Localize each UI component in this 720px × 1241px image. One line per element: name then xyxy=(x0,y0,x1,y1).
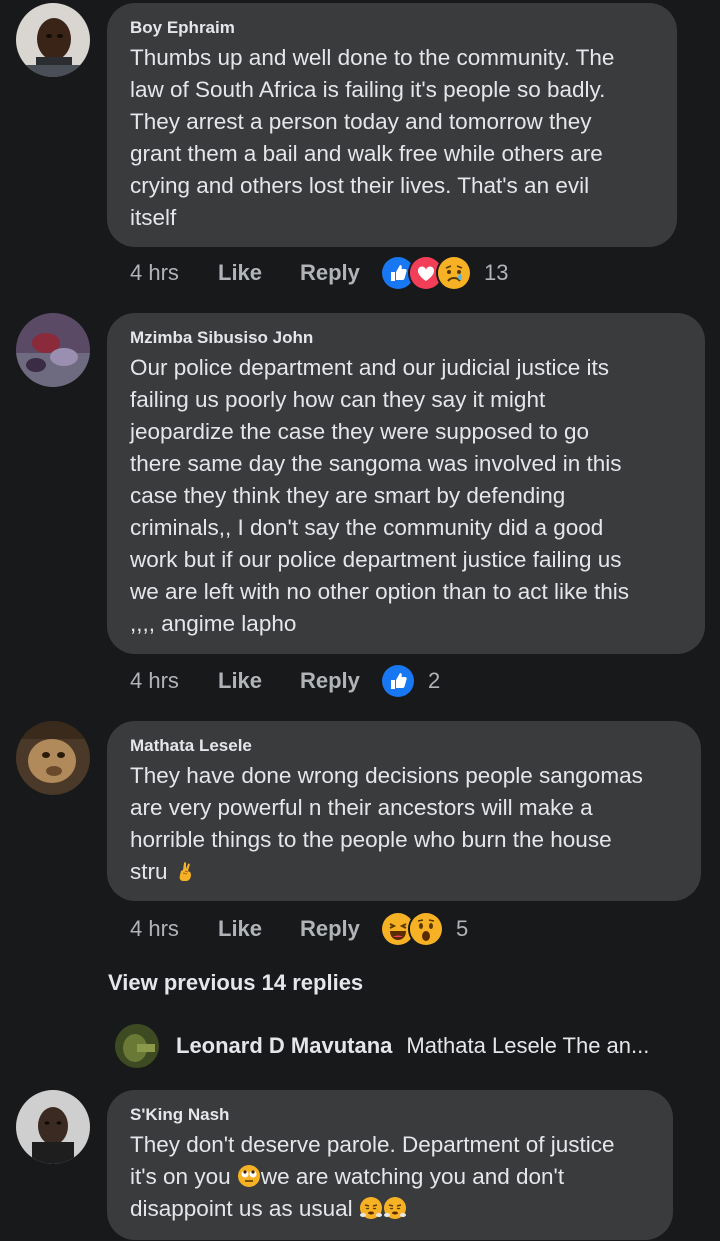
comment-time[interactable]: 4 hrs xyxy=(130,260,218,286)
comment-bubble: Boy Ephraim Thumbs up and well done to t… xyxy=(107,3,677,247)
comment-bubble: Mathata Lesele They have done wrong deci… xyxy=(107,721,701,901)
reaction-count: 5 xyxy=(456,916,469,941)
comments-thread: Boy Ephraim Thumbs up and well done to t… xyxy=(0,0,720,1241)
comment-text: They don't deserve parole. Department of… xyxy=(130,1132,615,1221)
comment-author[interactable]: S'King Nash xyxy=(130,1104,649,1126)
wow-reaction-icon xyxy=(408,911,444,947)
comment-time[interactable]: 4 hrs xyxy=(130,668,218,694)
reaction-count: 2 xyxy=(428,668,441,693)
like-reaction-icon xyxy=(380,663,416,699)
reactions-summary[interactable]: 2 xyxy=(380,663,440,699)
comment-author[interactable]: Mathata Lesele xyxy=(130,735,677,757)
avatar-mathata-lesele[interactable] xyxy=(16,721,90,795)
reply-button[interactable]: Reply xyxy=(300,668,380,694)
reactions-summary[interactable]: 13 xyxy=(380,255,508,291)
collapsed-reply-author[interactable]: Leonard D Mavutana xyxy=(176,1033,392,1059)
comment-bubble: S'King Nash They don't deserve parole. D… xyxy=(107,1090,673,1240)
avatar-leonard-d-mavutana[interactable] xyxy=(115,1024,159,1068)
crossed-fingers-emoji xyxy=(174,859,198,883)
collapsed-reply[interactable]: Leonard D Mavutana Mathata Lesele The an… xyxy=(115,1024,649,1068)
comment-time[interactable]: 4 hrs xyxy=(130,916,218,942)
avatar-mzimba-sibusiso-john[interactable] xyxy=(16,313,90,387)
comment-author[interactable]: Mzimba Sibusiso John xyxy=(130,327,681,349)
like-button[interactable]: Like xyxy=(218,916,300,942)
like-button[interactable]: Like xyxy=(218,668,300,694)
eye-roll-emoji xyxy=(237,1164,261,1188)
comment-actions: 4 hrs Like Reply 5 xyxy=(130,911,468,947)
comment-actions: 4 hrs Like Reply 13 xyxy=(130,255,508,291)
reply-button[interactable]: Reply xyxy=(300,260,380,286)
comment-actions: 4 hrs Like Reply 2 xyxy=(130,663,440,699)
comment-bubble: Mzimba Sibusiso John Our police departme… xyxy=(107,313,705,654)
comment-text: Thumbs up and well done to the community… xyxy=(130,45,615,230)
reaction-count: 13 xyxy=(484,260,509,285)
collapsed-reply-text: Mathata Lesele The an... xyxy=(406,1033,650,1058)
comment-text: They have done wrong decisions people sa… xyxy=(130,763,643,884)
steam-face-emoji xyxy=(383,1196,407,1220)
reply-button[interactable]: Reply xyxy=(300,916,380,942)
reactions-summary[interactable]: 5 xyxy=(380,911,468,947)
like-button[interactable]: Like xyxy=(218,260,300,286)
avatar-boy-ephraim[interactable] xyxy=(16,3,90,77)
avatar-sking-nash[interactable] xyxy=(16,1090,90,1164)
view-previous-replies-button[interactable]: View previous 14 replies xyxy=(108,970,363,996)
steam-face-emoji xyxy=(359,1196,383,1220)
sad-reaction-icon xyxy=(436,255,472,291)
comment-author[interactable]: Boy Ephraim xyxy=(130,17,653,39)
comment-text: Our police department and our judicial j… xyxy=(130,355,630,636)
